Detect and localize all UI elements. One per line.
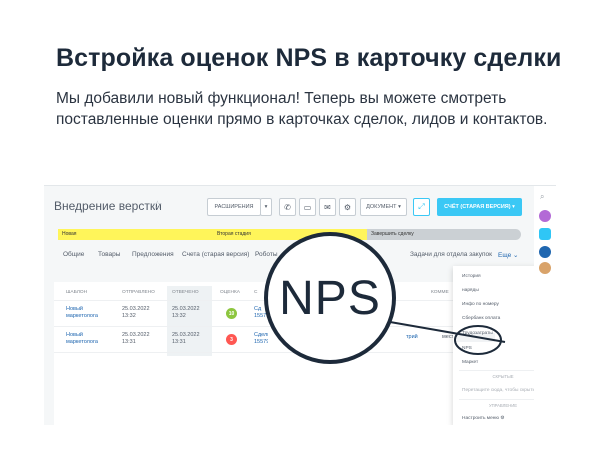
phone-icon: ✆: [284, 202, 291, 212]
column-comment[interactable]: КОММЕ: [431, 290, 449, 295]
menu-item-orders[interactable]: наряды: [462, 288, 479, 293]
chevron-down-icon: ▾: [264, 204, 268, 210]
chevron-down-icon: ▾: [398, 204, 401, 210]
stage-new[interactable]: Новая: [58, 229, 213, 240]
row-2-answered: 25.03.2022 13:31: [172, 332, 200, 345]
right-sidebar: ⌕: [534, 186, 556, 425]
gear-icon: ⚙: [500, 416, 505, 421]
app-icon[interactable]: [539, 228, 551, 240]
menu-item-nps[interactable]: NPS: [462, 346, 472, 351]
tab-offers[interactable]: Предложения: [132, 251, 174, 258]
row-1-score: 10: [226, 308, 237, 319]
chat-icon[interactable]: [539, 246, 551, 258]
column-template[interactable]: ШАБЛОН: [66, 290, 87, 295]
chevron-down-icon: ▾: [512, 204, 515, 210]
deal-title: Внедрение верстки: [54, 199, 162, 213]
invoice-label: СЧЁТ (СТАРАЯ ВЕРСИЯ): [444, 204, 511, 210]
menu-item-market[interactable]: Маркет: [462, 360, 478, 365]
menu-hidden-hint: Перетащите сюда, чтобы скрыть: [462, 388, 536, 393]
menu-item-number-info[interactable]: Инфо по номеру: [462, 302, 499, 307]
menu-configure-label: Настроить меню: [462, 416, 499, 421]
nps-table: ШАБЛОН ОТПРАВЛЕНО ОТВЕЧЕНО ОЦЕНКА С КОММ…: [54, 282, 464, 425]
chat-button[interactable]: ▭: [299, 198, 316, 216]
row-1-answered: 25.03.2022 13:32: [172, 306, 200, 319]
expand-button[interactable]: ⤢: [413, 198, 430, 216]
column-score[interactable]: ОЦЕНКА: [220, 290, 240, 295]
nps-magnifier: NPS: [264, 232, 396, 364]
tab-more[interactable]: Еще ⌄: [498, 251, 519, 259]
star-icon[interactable]: ☆: [152, 198, 163, 212]
menu-item-history[interactable]: История: [462, 274, 481, 279]
chevron-down-icon: ⌄: [513, 252, 519, 259]
tab-general[interactable]: Общие: [63, 251, 84, 258]
column-answered[interactable]: ОТВЕЧЕНО: [172, 290, 199, 295]
mail-button[interactable]: ✉: [319, 198, 336, 216]
row-separator: [54, 300, 464, 301]
magnifier-label: NPS: [279, 271, 381, 325]
headline: Встройка оценок NPS в карточку сделки: [56, 44, 562, 72]
tab-more-label: Еще: [498, 252, 512, 259]
stage-finish[interactable]: Завершить сделку: [367, 229, 521, 240]
row-1-sent: 25.03.2022 13:32: [122, 306, 150, 319]
extensions-dropdown-button[interactable]: ▾: [260, 198, 272, 216]
menu-item-labor[interactable]: Трудозатраты: [462, 331, 493, 336]
chat-icon: ▭: [303, 202, 312, 212]
row-2-deal[interactable]: Сделк 15579: [254, 332, 268, 346]
column-sent[interactable]: ОТПРАВЛЕНО: [122, 290, 155, 295]
stage-bar: Новая Вторая стадия Завершить сделку: [58, 229, 521, 240]
subtext: Мы добавили новый функционал! Теперь вы …: [56, 90, 548, 128]
row-separator: [54, 326, 464, 327]
tab-robots[interactable]: Роботы: [255, 251, 278, 258]
settings-button[interactable]: ⚙: [339, 198, 356, 216]
phone-button[interactable]: ✆: [279, 198, 296, 216]
menu-configure[interactable]: Настроить меню ⚙: [462, 416, 505, 421]
row-2-template[interactable]: Новый маркетолога: [66, 332, 114, 346]
avatar[interactable]: [539, 262, 551, 274]
document-button[interactable]: ДОКУМЕНТ ▾: [360, 198, 407, 216]
tab-products[interactable]: Товары: [98, 251, 120, 258]
row-2-score: 3: [226, 334, 237, 345]
column-deal[interactable]: С: [254, 290, 257, 295]
tab-invoices[interactable]: Счета (старая версия): [182, 251, 249, 258]
invoice-button[interactable]: СЧЁТ (СТАРАЯ ВЕРСИЯ) ▾: [437, 198, 522, 216]
mail-icon: ✉: [324, 202, 331, 212]
document-label: ДОКУМЕНТ: [366, 204, 397, 210]
gear-icon: ⚙: [343, 202, 352, 212]
expand-icon: ⤢: [418, 202, 425, 211]
extensions-button[interactable]: РАСШИРЕНИЯ: [207, 198, 261, 216]
menu-item-sber-payment[interactable]: Сбербанк оплата: [462, 316, 500, 321]
avatar[interactable]: [539, 210, 551, 222]
row-separator: [54, 352, 464, 353]
tab-purchase-tasks[interactable]: Задачи для отдела закупок: [410, 251, 492, 258]
search-icon[interactable]: ⌕: [540, 192, 544, 202]
deal-header: Внедрение верстки ☆ РАСШИРЕНИЯ ▾ ✆ ▭ ✉ ⚙…: [44, 186, 534, 226]
row-1-template[interactable]: Новый маркетолога: [66, 306, 114, 320]
row-2-author[interactable]: трий: [406, 334, 418, 341]
row-2-sent: 25.03.2022 13:31: [122, 332, 150, 345]
